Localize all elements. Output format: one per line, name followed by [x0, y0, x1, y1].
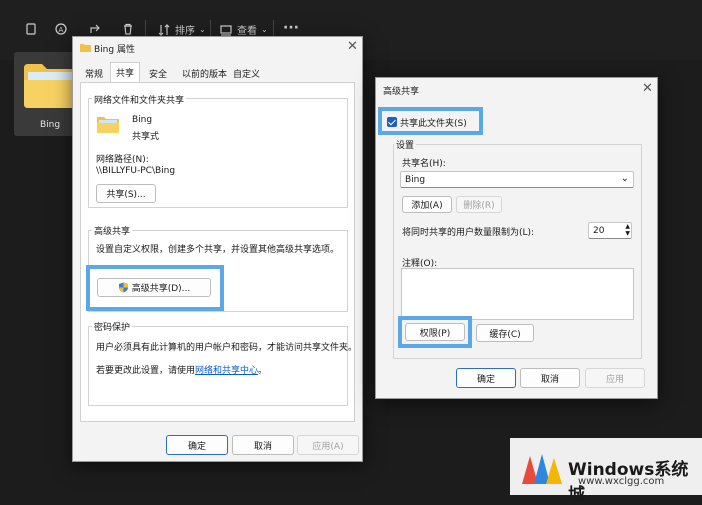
comment-textarea[interactable]	[401, 268, 634, 320]
share-name-label: 共享名(H):	[402, 159, 446, 169]
cancel-button[interactable]: 取消	[232, 435, 294, 455]
remove-button[interactable]: 删除(R)	[456, 196, 502, 213]
add-button[interactable]: 添加(A)	[402, 196, 452, 213]
user-limit-stepper[interactable]: 20 ▲ ▼	[588, 222, 632, 239]
folder-icon	[80, 44, 91, 52]
network-path-label: 网络路径(N):	[96, 155, 149, 165]
delete-icon[interactable]	[121, 22, 135, 36]
permissions-button[interactable]: 权限(P)	[405, 323, 465, 341]
share-state: 共享式	[132, 132, 160, 142]
group-title: 高级共享	[92, 224, 133, 237]
folder-icon	[24, 64, 76, 108]
close-icon[interactable]: ✕	[642, 81, 653, 96]
stepper-down-icon[interactable]: ▼	[625, 230, 630, 237]
tab-previous-versions[interactable]: 以前的版本	[177, 64, 232, 82]
user-limit-label: 将同时共享的用户数量限制为(L):	[402, 228, 535, 238]
tab-security[interactable]: 安全	[144, 64, 172, 82]
dialog-title: 高级共享	[383, 87, 420, 97]
watermark-logo-icon	[522, 454, 562, 484]
password-change-text: 若要更改此设置，请使用网络和共享中心。	[96, 366, 268, 376]
advanced-sharing-label: 高级共享(D)...	[131, 284, 191, 294]
shield-icon	[118, 282, 128, 293]
cache-button[interactable]: 缓存(C)	[476, 324, 534, 342]
ok-button[interactable]: 确定	[166, 435, 228, 455]
svg-text:A: A	[59, 26, 64, 34]
chevron-down-icon: ⌄	[620, 173, 629, 184]
more-button[interactable]: ···	[283, 20, 299, 36]
tab-customize[interactable]: 自定义	[228, 64, 265, 82]
network-path: \\BILLYFU-PC\Bing	[96, 166, 176, 176]
ok-button[interactable]: 确定	[456, 368, 516, 388]
cancel-button[interactable]: 取消	[520, 368, 580, 388]
share-name-value: Bing	[405, 175, 426, 185]
stepper-up-icon[interactable]: ▲	[625, 223, 630, 230]
close-icon[interactable]: ✕	[347, 39, 358, 54]
rename-icon[interactable]: A	[54, 22, 68, 36]
advanced-description: 设置自定义权限，创建多个共享，并设置其他高级共享选项。	[96, 245, 340, 255]
folder-name: Bing	[132, 115, 153, 125]
chevron-down-icon: ⌄	[199, 25, 206, 34]
view-button[interactable]: 查看 ⌄	[219, 22, 268, 37]
group-title: 密码保护	[92, 320, 133, 333]
user-limit-value: 20	[593, 226, 605, 236]
tab-general[interactable]: 常规	[80, 64, 108, 82]
password-description: 用户必须具有此计算机的用户帐户和密码，才能访问共享文件夹。	[96, 343, 358, 353]
dialog-title: Bing 属性	[94, 45, 135, 55]
folder-icon	[97, 117, 119, 133]
share-button[interactable]: 共享(S)...	[96, 184, 156, 203]
group-title: 网络文件和文件夹共享	[92, 93, 187, 106]
advanced-sharing-button[interactable]: 高级共享(D)...	[97, 278, 211, 297]
view-label: 查看	[237, 26, 257, 37]
share-icon[interactable]	[88, 22, 102, 36]
share-folder-label: 共享此文件夹(S)	[400, 119, 467, 129]
share-folder-checkbox[interactable]	[387, 117, 397, 127]
watermark-url: www.wxclgg.com	[578, 476, 665, 487]
share-name-select[interactable]: Bing ⌄	[400, 171, 634, 188]
chevron-down-icon: ⌄	[261, 25, 268, 34]
apply-button[interactable]: 应用(A)	[297, 435, 359, 455]
sort-button[interactable]: 排序 ⌄	[157, 22, 206, 37]
tab-sharing[interactable]: 共享	[110, 62, 141, 82]
apply-button[interactable]: 应用	[585, 368, 645, 388]
group-title: 设置	[394, 138, 417, 151]
network-sharing-center-link[interactable]: 网络和共享中心	[195, 366, 258, 376]
copy-icon[interactable]	[24, 22, 38, 36]
sort-label: 排序	[175, 26, 195, 37]
